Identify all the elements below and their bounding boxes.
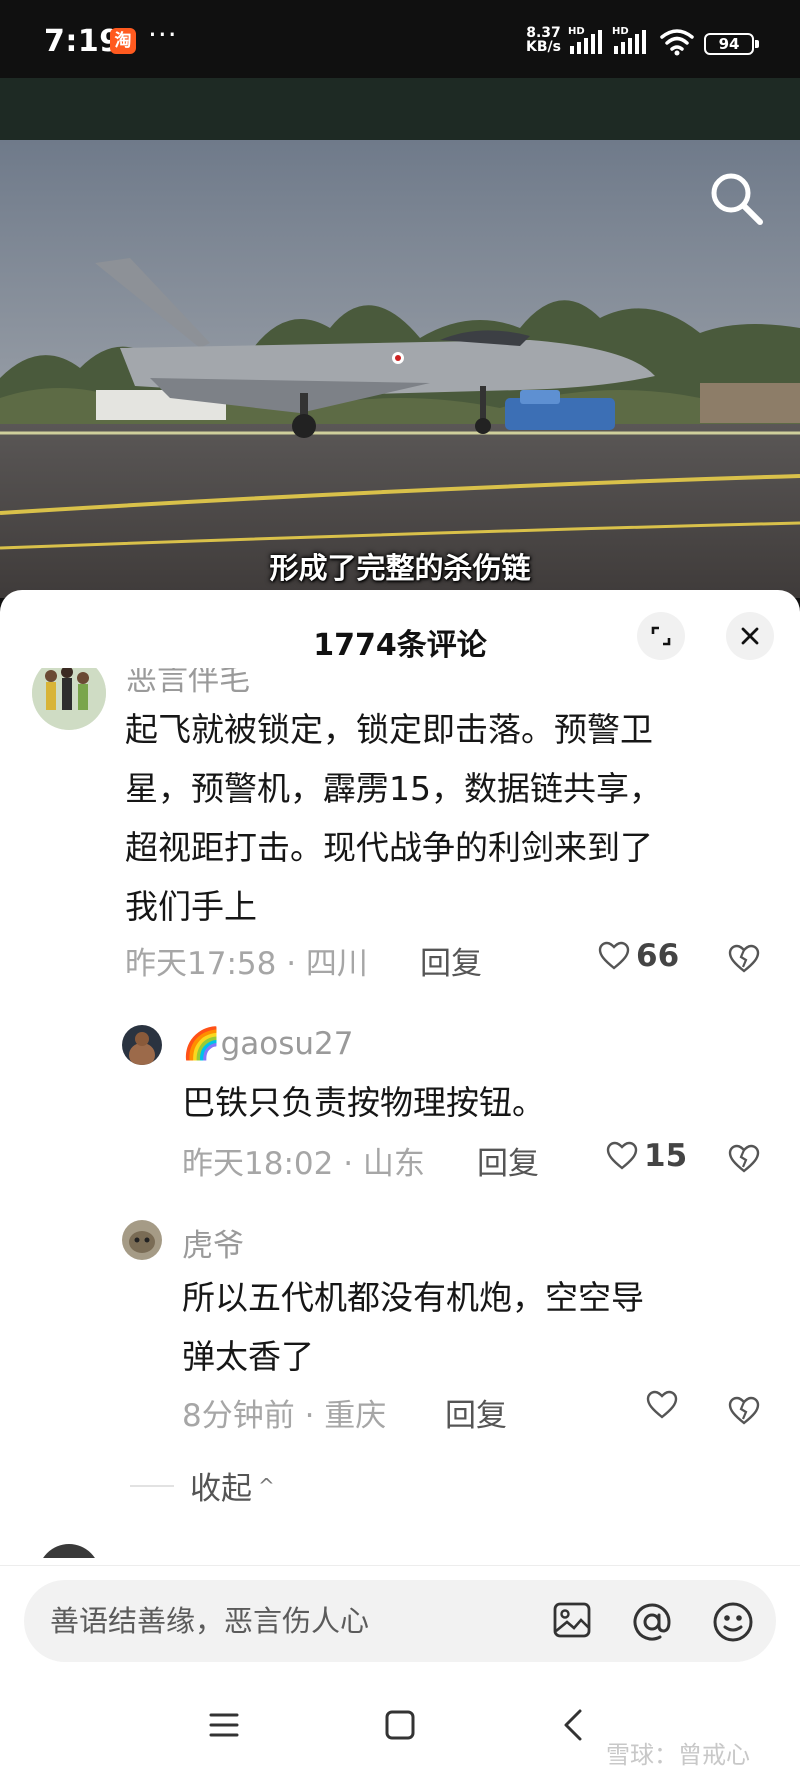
search-button[interactable]: [706, 168, 766, 228]
avatar[interactable]: [32, 668, 106, 730]
expand-button[interactable]: [637, 612, 685, 660]
search-icon: [711, 173, 763, 225]
status-more-icon: ···: [148, 18, 178, 51]
heart-icon: [606, 1141, 638, 1170]
reply-body: 巴铁只负责按物理按钮。: [182, 1073, 545, 1132]
at-icon: [633, 1603, 671, 1641]
heart-icon: [598, 941, 630, 970]
expand-icon: [651, 626, 671, 646]
comment-line: 巴铁只负责按物理按钮。: [182, 1083, 545, 1122]
like-count: 15: [644, 1138, 688, 1174]
comment-meta: 昨天17:58 · 四川: [125, 946, 368, 982]
dislike-button[interactable]: [728, 1396, 760, 1430]
broken-heart-icon: [728, 944, 760, 973]
reply-avatar[interactable]: [122, 1025, 162, 1065]
home-button[interactable]: [384, 1709, 416, 1745]
battery-indicator: 94: [704, 33, 759, 55]
back-button[interactable]: [560, 1707, 586, 1747]
like-count: 66: [636, 938, 680, 974]
menu-icon: [209, 1713, 239, 1737]
broken-heart-icon: [728, 1144, 760, 1173]
reply-meta: 昨天18:02 · 山东: [182, 1146, 425, 1182]
comment-line: 起飞就被锁定，锁定即击落。预警卫: [125, 710, 653, 749]
collapse-label: 收起: [190, 1471, 252, 1507]
comment-list[interactable]: 恶言伴毛 起飞就被锁定，锁定即击落。预警卫 星，预警机，霹雳15，数据链共享， …: [0, 668, 800, 1558]
comment-body: 起飞就被锁定，锁定即击落。预警卫 星，预警机，霹雳15，数据链共享， 超视距打击…: [125, 700, 775, 936]
reply-button[interactable]: 回复: [477, 1138, 539, 1183]
close-icon: [741, 627, 759, 645]
reply-meta: 8分钟前 · 重庆: [182, 1398, 387, 1434]
reply-username-text: gaosu27: [220, 1026, 354, 1062]
reply-username[interactable]: 虎爷: [182, 1220, 244, 1265]
system-nav-bar: 雪球：曾戒心: [0, 1675, 800, 1778]
signal-icon-2: HD: [612, 26, 648, 58]
reply-avatar[interactable]: [122, 1220, 162, 1260]
video-player[interactable]: [0, 78, 800, 598]
home-icon: [385, 1710, 415, 1740]
signal-hd-label: HD: [568, 26, 585, 37]
comment-line: 弹太香了: [182, 1337, 314, 1376]
dislike-button[interactable]: [728, 944, 760, 978]
menu-button[interactable]: [208, 1711, 240, 1743]
status-bar: 7:19 淘 ··· 8.37 KB/s HD HD 94: [0, 0, 800, 78]
like-button[interactable]: 15: [606, 1138, 687, 1174]
reply-button[interactable]: 回复: [420, 938, 482, 983]
watermark: 雪球：曾戒心: [606, 1741, 750, 1769]
network-speed-unit: KB/s: [526, 39, 561, 55]
collapse-replies-button[interactable]: 收起 ^: [130, 1463, 275, 1508]
mention-button[interactable]: [631, 1601, 673, 1647]
dislike-button[interactable]: [728, 1144, 760, 1178]
close-button[interactable]: [726, 612, 774, 660]
rainbow-badge-icon: 🌈: [182, 1026, 221, 1062]
comment-input-bar: [0, 1565, 800, 1675]
comment-line: 我们手上: [125, 887, 257, 926]
comment-line: 所以五代机都没有机炮，空空导: [182, 1278, 644, 1317]
signal-icon-1: HD: [568, 26, 604, 58]
emoji-icon: [713, 1602, 753, 1642]
video-frame: [0, 78, 800, 598]
image-icon: [553, 1602, 591, 1638]
reply-username[interactable]: 🌈gaosu27: [182, 1025, 354, 1062]
comment-line: 星，预警机，霹雳15，数据链共享，: [125, 769, 662, 808]
network-speed: 8.37 KB/s: [526, 26, 561, 54]
video-subtitle: 形成了完整的杀伤链: [269, 551, 531, 585]
reply-button[interactable]: 回复: [445, 1390, 507, 1435]
heart-icon: [646, 1390, 678, 1419]
like-button[interactable]: [646, 1390, 684, 1420]
back-icon: [564, 1709, 582, 1741]
comment-line: 超视距打击。现代战争的利剑来到了: [125, 828, 653, 867]
broken-heart-icon: [728, 1396, 760, 1425]
collapse-divider: [130, 1484, 174, 1487]
like-button[interactable]: 66: [598, 938, 679, 974]
wifi-icon: [660, 28, 694, 60]
taobao-app-icon: 淘: [110, 28, 136, 54]
signal-hd-label-2: HD: [612, 26, 629, 37]
image-button[interactable]: [552, 1601, 592, 1643]
network-speed-value: 8.37: [526, 25, 561, 41]
next-comment-avatar[interactable]: [38, 1544, 100, 1558]
chevron-up-icon: ^: [258, 1473, 275, 1498]
emoji-button[interactable]: [712, 1601, 754, 1647]
reply-body: 所以五代机都没有机炮，空空导 弹太香了: [182, 1268, 644, 1386]
comment-username[interactable]: 恶言伴毛: [126, 668, 250, 699]
